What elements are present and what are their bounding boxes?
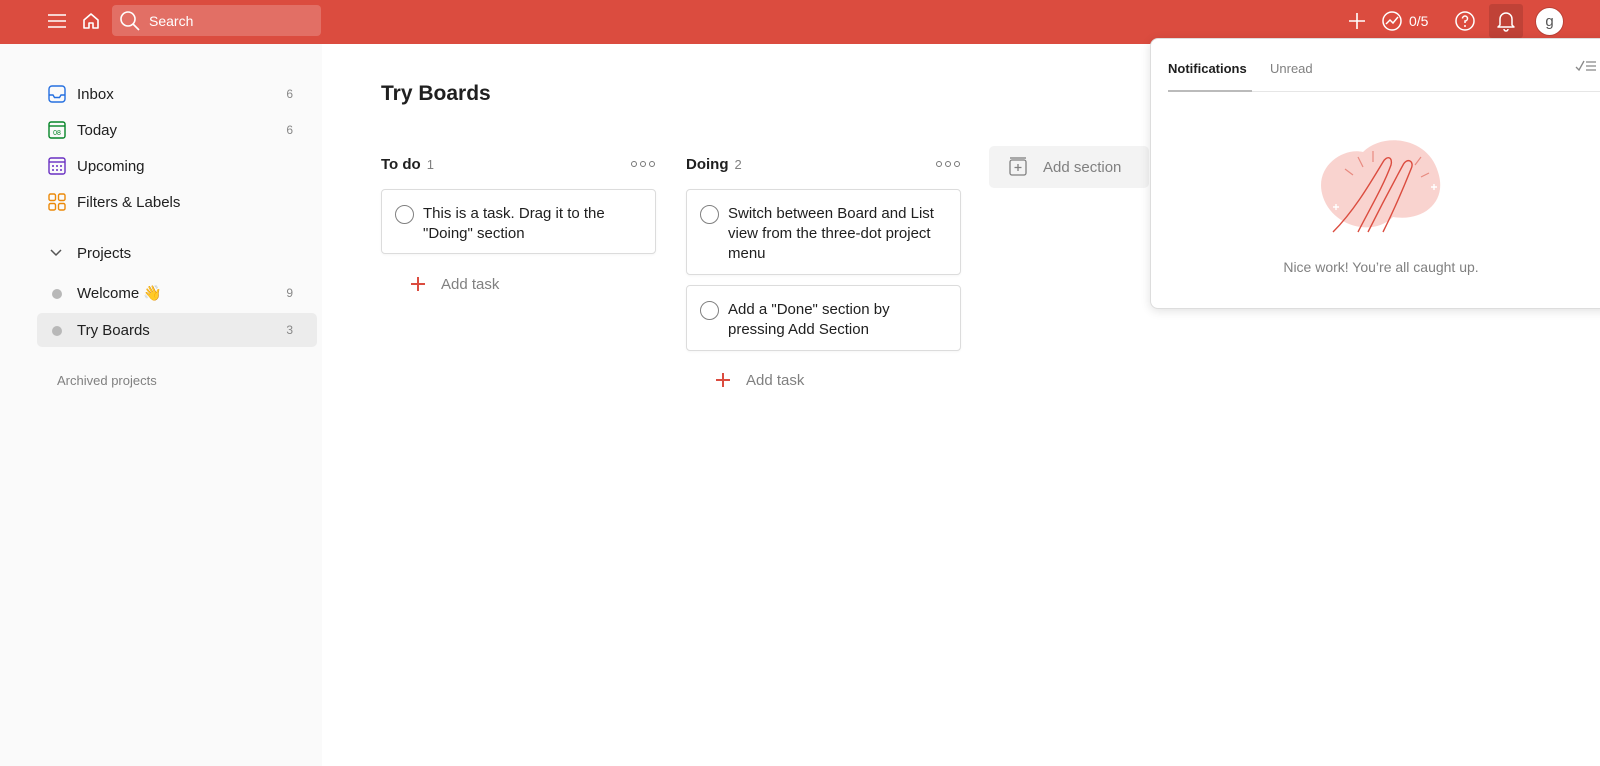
home-icon[interactable] xyxy=(76,6,106,36)
karma-count: 0/5 xyxy=(1409,13,1429,29)
add-task-button[interactable]: Add task xyxy=(395,272,499,296)
page-title: Try Boards xyxy=(381,82,491,105)
high-five-illustration-icon xyxy=(1303,127,1453,252)
sidebar-item-inbox[interactable]: Inbox 6 xyxy=(37,77,317,111)
sidebar-item-label: Today xyxy=(77,121,118,139)
search-icon xyxy=(118,9,142,36)
add-section-button[interactable]: Add section xyxy=(989,146,1149,188)
section-header-doing: Doing 2 xyxy=(686,156,742,180)
plus-icon xyxy=(409,275,427,293)
sidebar-item-project-try-boards[interactable]: Try Boards 3 xyxy=(37,313,317,347)
tab-unread[interactable]: Unread xyxy=(1270,61,1313,76)
plus-icon xyxy=(714,371,732,389)
task-card[interactable]: Add a "Done" section by pressing Add Sec… xyxy=(686,285,961,351)
section-name: To do xyxy=(381,156,421,173)
section-header-todo: To do 1 xyxy=(381,156,434,180)
sidebar-item-label: Welcome 👋 xyxy=(77,285,163,302)
menu-icon[interactable] xyxy=(42,6,72,36)
projects-label: Projects xyxy=(77,245,132,262)
archived-projects-link[interactable]: Archived projects xyxy=(57,373,157,388)
projects-header[interactable]: Projects xyxy=(37,237,317,269)
productivity-icon xyxy=(1382,11,1402,31)
bell-icon[interactable] xyxy=(1489,4,1523,38)
sidebar-item-count: 6 xyxy=(286,87,293,101)
today-day-number: 08 xyxy=(53,130,61,137)
sidebar-item-today[interactable]: 08 Today 6 xyxy=(37,113,317,147)
productivity-button[interactable]: 0/5 xyxy=(1381,6,1455,36)
sidebar-item-count: 6 xyxy=(286,123,293,137)
search-input[interactable]: Search xyxy=(112,5,321,36)
active-tab-indicator xyxy=(1168,90,1252,92)
section-count: 1 xyxy=(426,157,434,172)
notifications-panel: Notifications Unread Nice work! You’re a… xyxy=(1150,38,1600,309)
task-checkbox[interactable] xyxy=(395,205,414,224)
quick-add-icon[interactable] xyxy=(1342,6,1372,36)
tab-notifications[interactable]: Notifications xyxy=(1168,61,1247,76)
add-task-label: Add task xyxy=(746,371,805,389)
section-more-icon[interactable] xyxy=(936,157,960,171)
task-checkbox[interactable] xyxy=(700,205,719,224)
help-icon[interactable] xyxy=(1450,6,1480,36)
task-card[interactable]: This is a task. Drag it to the "Doing" s… xyxy=(381,189,656,254)
sidebar-item-label: Upcoming xyxy=(77,157,145,175)
add-section-icon xyxy=(1008,157,1028,181)
task-card[interactable]: Switch between Board and List view from … xyxy=(686,189,961,275)
task-content: This is a task. Drag it to the "Doing" s… xyxy=(423,205,605,242)
inbox-icon xyxy=(48,85,66,103)
project-color-dot xyxy=(52,326,62,336)
calendar-upcoming-icon xyxy=(48,157,66,175)
search-placeholder: Search xyxy=(149,13,194,29)
project-color-dot xyxy=(52,289,62,299)
add-task-label: Add task xyxy=(441,275,500,293)
sidebar-item-label: Try Boards xyxy=(77,321,150,339)
section-more-icon[interactable] xyxy=(631,157,655,171)
chevron-down-icon[interactable] xyxy=(49,246,63,265)
sidebar-item-label: Inbox xyxy=(77,85,114,103)
sidebar-item-label: Filters & Labels xyxy=(77,193,181,211)
filters-icon xyxy=(48,193,66,211)
avatar[interactable]: g xyxy=(1536,8,1563,35)
sidebar-item-upcoming[interactable]: Upcoming xyxy=(37,149,317,183)
sidebar-item-filters-labels[interactable]: Filters & Labels xyxy=(37,185,317,219)
section-count: 2 xyxy=(734,157,742,172)
sidebar-item-count: 3 xyxy=(286,323,293,337)
task-content: Add a "Done" section by pressing Add Sec… xyxy=(728,301,890,338)
empty-state-message: Nice work! You’re all caught up. xyxy=(1283,259,1479,275)
add-task-button[interactable]: Add task xyxy=(700,368,804,392)
task-content: Switch between Board and List view from … xyxy=(728,205,934,262)
task-checkbox[interactable] xyxy=(700,301,719,320)
mark-all-read-icon[interactable] xyxy=(1575,58,1597,79)
sidebar: Inbox 6 08 Today 6 Upcoming Filters & La… xyxy=(0,44,322,766)
section-name: Doing xyxy=(686,156,729,173)
add-section-label: Add section xyxy=(1043,159,1122,176)
sidebar-item-project-welcome[interactable]: Welcome 👋 9 xyxy=(37,276,317,310)
calendar-today-icon: 08 xyxy=(48,121,66,139)
sidebar-item-count: 9 xyxy=(286,286,293,300)
